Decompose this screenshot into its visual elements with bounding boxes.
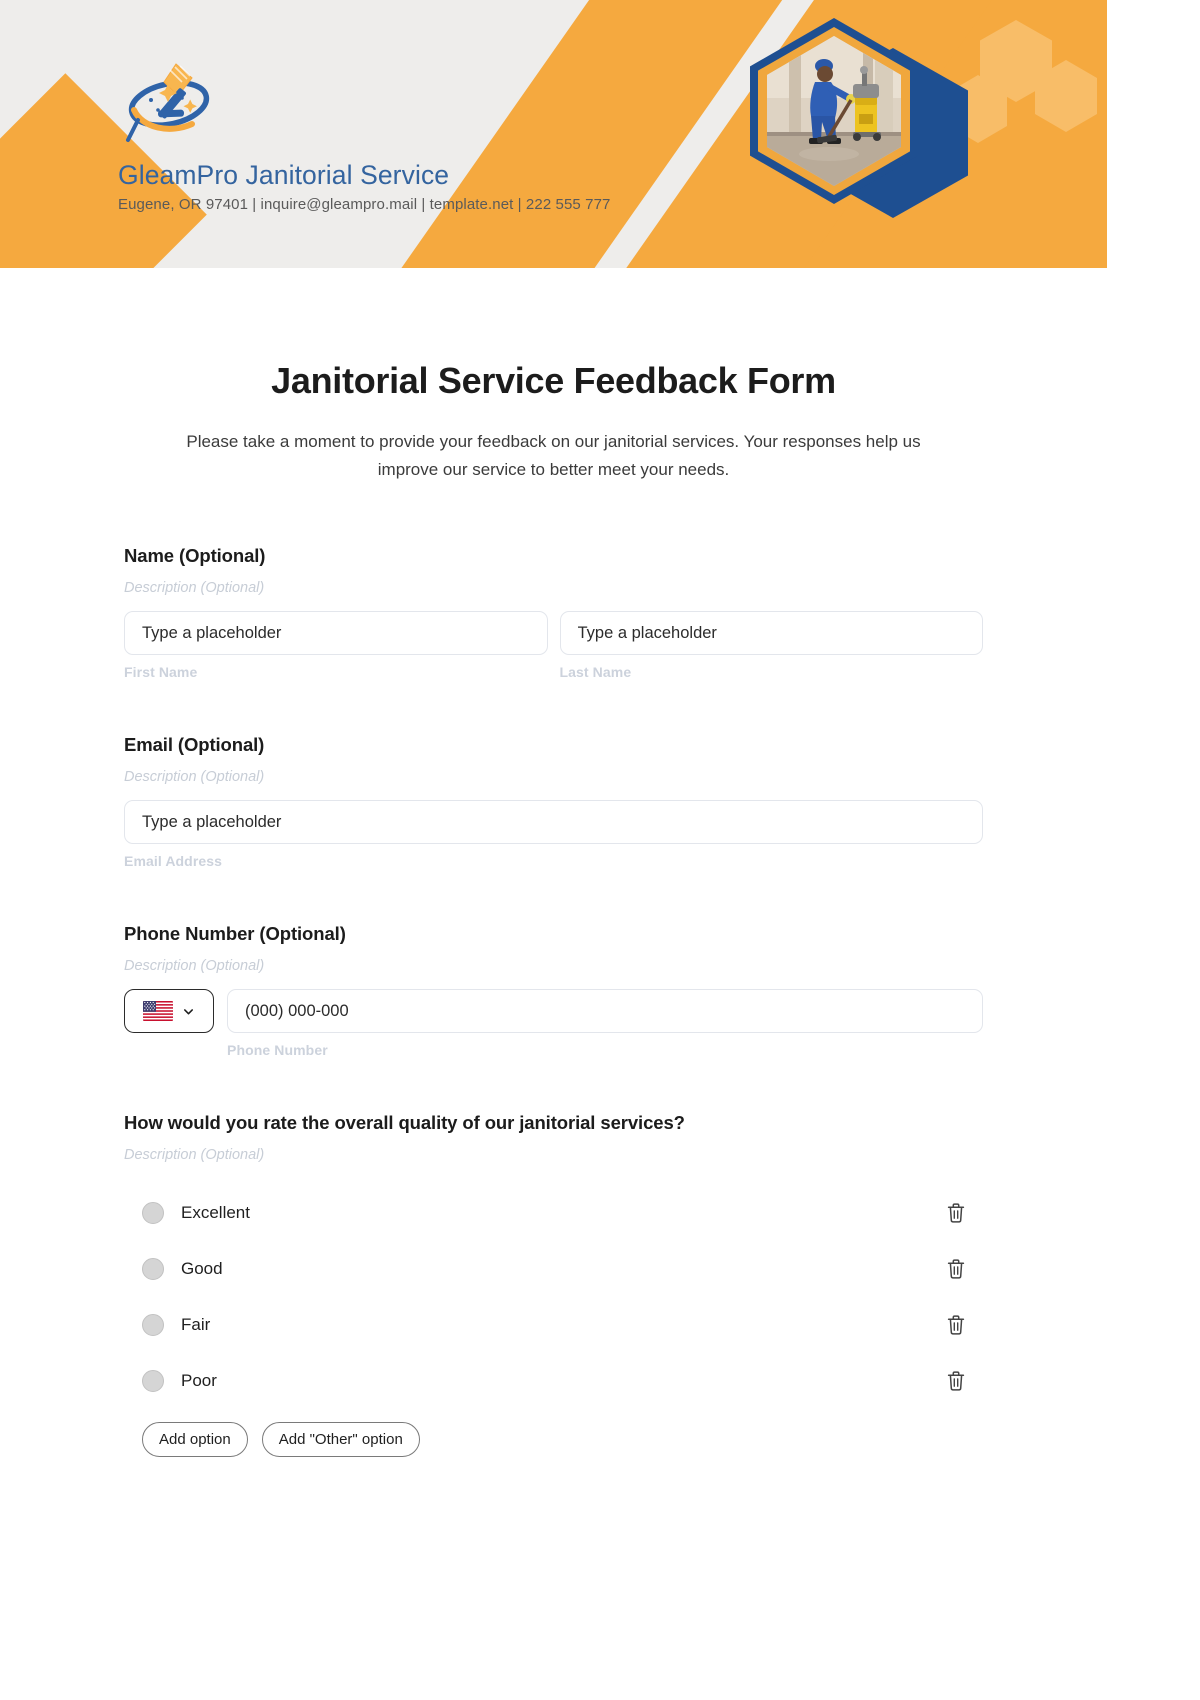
form-description: Please take a moment to provide your fee… bbox=[186, 432, 921, 479]
chevron-down-icon bbox=[183, 1008, 194, 1014]
delete-option-excellent-button[interactable] bbox=[943, 1200, 969, 1226]
option-label-poor: Poor bbox=[181, 1371, 217, 1391]
trash-icon bbox=[947, 1315, 965, 1335]
delete-option-fair-button[interactable] bbox=[943, 1312, 969, 1338]
field-phone: Phone Number (Optional) Description (Opt… bbox=[124, 923, 983, 1058]
radio-button-poor[interactable] bbox=[142, 1370, 164, 1393]
brand-logo-block: GleamPro Janitorial Service Eugene, OR 9… bbox=[118, 58, 678, 213]
first-name-sub-label: First Name bbox=[124, 664, 198, 681]
us-flag-icon bbox=[143, 1001, 173, 1022]
first-name-column: First Name bbox=[124, 611, 548, 680]
field-email: Email (Optional) Description (Optional) … bbox=[124, 734, 983, 869]
add-option-button[interactable]: Add option bbox=[142, 1422, 248, 1458]
trash-icon bbox=[947, 1203, 965, 1223]
delete-option-good-button[interactable] bbox=[943, 1256, 969, 1282]
field-label-phone: Phone Number (Optional) bbox=[124, 923, 346, 945]
phone-number-input[interactable] bbox=[227, 989, 983, 1034]
option-label-good: Good bbox=[181, 1259, 223, 1279]
email-inputs-row: Email Address bbox=[124, 800, 983, 869]
option-row-fair[interactable]: Fair bbox=[124, 1297, 983, 1353]
field-description-phone: Description (Optional) bbox=[124, 958, 265, 975]
country-code-select[interactable] bbox=[124, 989, 214, 1034]
form-body: Janitorial Service Feedback Form Please … bbox=[0, 360, 1107, 1458]
phone-sub-label: Phone Number bbox=[227, 1042, 328, 1059]
trash-icon bbox=[947, 1259, 965, 1279]
email-input[interactable] bbox=[124, 800, 983, 845]
phone-inputs-row bbox=[124, 989, 983, 1034]
add-other-option-button[interactable]: Add "Other" option bbox=[261, 1422, 420, 1458]
email-sub-label: Email Address bbox=[124, 853, 223, 870]
field-description-email: Description (Optional) bbox=[124, 769, 265, 786]
field-label-name: Name (Optional) bbox=[124, 545, 266, 567]
last-name-sub-label: Last Name bbox=[559, 664, 632, 681]
email-column: Email Address bbox=[124, 800, 983, 869]
name-inputs-row: First Name Last Name bbox=[124, 611, 983, 680]
field-label-email: Email (Optional) bbox=[124, 734, 265, 756]
rating-options-list: Excellent Good Fair Poor bbox=[124, 1185, 983, 1409]
option-row-excellent[interactable]: Excellent bbox=[124, 1185, 983, 1241]
radio-button-good[interactable] bbox=[142, 1258, 164, 1281]
add-option-buttons-row: Add option Add "Other" option bbox=[142, 1422, 983, 1458]
option-label-fair: Fair bbox=[181, 1315, 211, 1335]
field-description-name: Description (Optional) bbox=[124, 580, 265, 597]
radio-button-fair[interactable] bbox=[142, 1314, 164, 1337]
delete-option-poor-button[interactable] bbox=[943, 1368, 969, 1394]
brand-header: GleamPro Janitorial Service Eugene, OR 9… bbox=[0, 0, 1107, 268]
brand-name: GleamPro Janitorial Service bbox=[118, 160, 450, 190]
first-name-input[interactable] bbox=[124, 611, 548, 656]
broom-sparkle-logo-icon bbox=[126, 63, 210, 142]
page-root: GleamPro Janitorial Service Eugene, OR 9… bbox=[0, 0, 1107, 1700]
last-name-input[interactable] bbox=[559, 611, 983, 656]
last-name-column: Last Name bbox=[559, 611, 983, 681]
trash-icon bbox=[947, 1371, 965, 1391]
radio-button-excellent[interactable] bbox=[142, 1202, 164, 1225]
field-name: Name (Optional) Description (Optional) F… bbox=[124, 545, 983, 680]
question-description-rating: Description (Optional) bbox=[124, 1147, 265, 1164]
question-label-rating: How would you rate the overall quality o… bbox=[124, 1112, 685, 1134]
page-title: Janitorial Service Feedback Form bbox=[271, 360, 836, 401]
option-row-good[interactable]: Good bbox=[124, 1241, 983, 1297]
option-row-poor[interactable]: Poor bbox=[124, 1353, 983, 1409]
option-label-excellent: Excellent bbox=[181, 1203, 250, 1223]
field-rating-question: How would you rate the overall quality o… bbox=[124, 1112, 983, 1458]
brand-contact-line: Eugene, OR 97401 | inquire@gleampro.mail… bbox=[118, 196, 611, 214]
